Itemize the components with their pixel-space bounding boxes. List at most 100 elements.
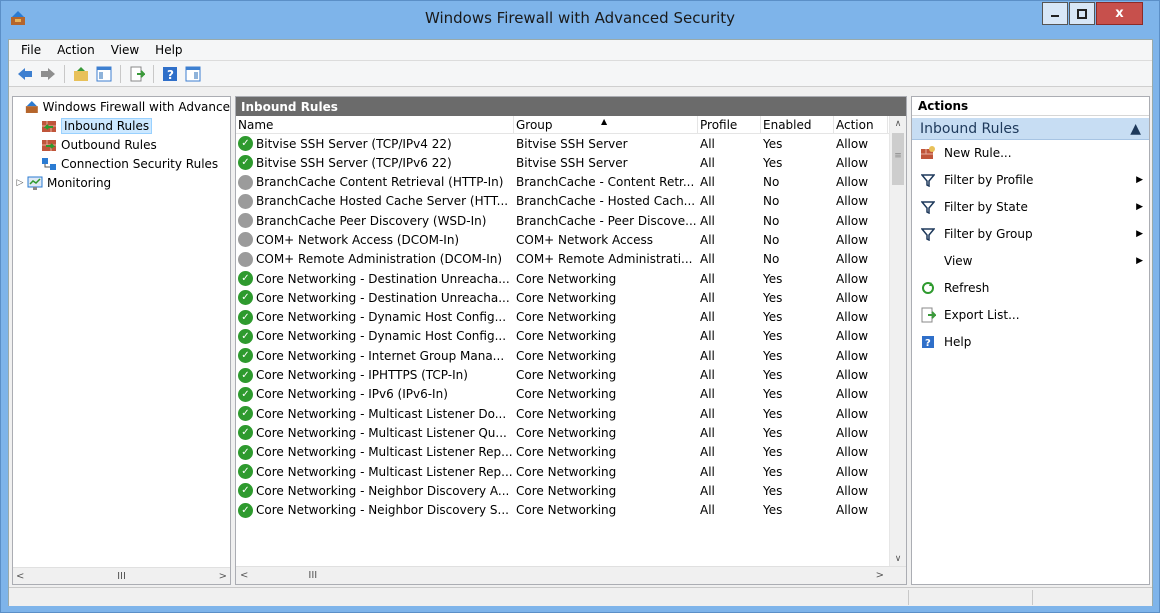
action-item-label: New Rule... [944,146,1012,161]
rule-name: Core Networking - Neighbor Discovery A..… [256,483,510,498]
show-hide-action-pane-icon[interactable] [183,64,203,84]
table-row[interactable]: ✓ Core Networking - Neighbor Discovery A.… [236,481,888,500]
rules-horizontal-scrollbar[interactable]: < III > [236,566,906,584]
rule-action: Allow [836,213,869,228]
table-row[interactable]: ✓ Core Networking - Dynamic Host Config..… [236,327,888,346]
title-bar[interactable]: Windows Firewall with Advanced Security … [1,1,1159,39]
column-header-row: Name Group ▲ Profile Enabled Action [236,116,906,134]
actions-section-inbound-rules[interactable]: Inbound Rules ▲ [912,118,1149,140]
rule-enabled-icon: ✓ [238,348,253,364]
menu-help[interactable]: Help [147,43,190,57]
table-row[interactable]: ✓ Core Networking - Multicast Listener Re… [236,443,888,462]
menu-view[interactable]: View [103,43,147,57]
rule-profile: All [700,387,715,402]
rule-action: Allow [836,310,869,325]
scroll-up-icon[interactable]: ∧ [890,116,906,133]
table-row[interactable]: ✓ Core Networking - Dynamic Host Config..… [236,308,888,327]
table-row[interactable]: COM+ Remote Administration (DCOM-In) COM+… [236,250,888,269]
table-row[interactable]: ✓ Core Networking - Multicast Listener Do… [236,404,888,423]
rule-profile: All [700,194,715,209]
rule-enabled: Yes [763,310,783,325]
scroll-grip-icon[interactable]: III [117,571,126,582]
column-header-action[interactable]: Action [834,116,888,134]
maximize-button[interactable] [1069,2,1095,25]
menu-action[interactable]: Action [49,43,103,57]
rule-profile: All [700,425,715,440]
minimize-button[interactable] [1042,2,1068,25]
scroll-right-icon[interactable]: > [876,570,884,581]
rule-profile: All [700,310,715,325]
rule-action: Allow [836,445,869,460]
action-item[interactable]: New Rule... [912,140,1149,167]
up-folder-icon[interactable] [71,64,91,84]
toolbar-separator [64,64,65,83]
rule-profile: All [700,329,715,344]
action-item[interactable]: Filter by Profile ▶ [912,167,1149,194]
tree-item-root[interactable]: Windows Firewall with Advance [13,97,230,116]
collapse-up-icon[interactable]: ▲ [1130,121,1141,137]
action-item[interactable]: View ▶ [912,248,1149,275]
firewall-icon [25,100,38,113]
rule-group: Core Networking [516,503,617,518]
export-list-icon[interactable] [127,64,147,84]
table-row[interactable]: ✓ Core Networking - Destination Unreacha.… [236,269,888,288]
inbound-rules-icon [42,120,56,132]
table-row[interactable]: ✓ Core Networking - Internet Group Mana..… [236,346,888,365]
action-item-label: Filter by Profile [944,173,1034,188]
table-row[interactable]: ✓ Bitvise SSH Server (TCP/IPv6 22) Bitvise… [236,153,888,172]
rule-enabled-icon: ✓ [238,328,253,344]
table-row[interactable]: ✓ Core Networking - Multicast Listener Qu… [236,423,888,442]
forward-arrow-icon[interactable] [38,64,58,84]
rule-disabled-icon [238,251,253,267]
help-icon[interactable]: ? [160,64,180,84]
tree-item-outbound-rules[interactable]: Outbound Rules [13,135,230,154]
rule-enabled-icon: ✓ [238,502,253,518]
menu-file[interactable]: File [13,43,49,57]
minimize-icon [1051,14,1059,17]
close-button[interactable]: x [1096,2,1143,25]
table-row[interactable]: COM+ Network Access (DCOM-In) COM+ Networ… [236,230,888,249]
table-row[interactable]: BranchCache Peer Discovery (WSD-In) Branc… [236,211,888,230]
action-item[interactable]: ? Help [912,328,1149,355]
table-row[interactable]: ✓ Core Networking - Destination Unreacha.… [236,288,888,307]
action-item[interactable]: Filter by State ▶ [912,194,1149,221]
expand-arrow-icon[interactable]: ▷ [13,178,27,188]
tree-item-connection-security-rules[interactable]: Connection Security Rules [13,154,230,173]
back-arrow-icon[interactable] [15,64,35,84]
console-tree[interactable]: Windows Firewall with Advance Inbound Ru… [12,96,231,585]
tree-item-monitoring[interactable]: ▷ Monitoring [13,173,230,192]
table-row[interactable]: ✓ Core Networking - Neighbor Discovery S.… [236,501,888,520]
scroll-right-icon[interactable]: > [219,571,227,582]
column-header-profile[interactable]: Profile [698,116,761,134]
action-item[interactable]: Filter by Group ▶ [912,221,1149,248]
filter-icon [920,172,936,188]
rule-profile: All [700,155,715,170]
column-header-enabled[interactable]: Enabled [761,116,834,134]
rule-group: Core Networking [516,368,617,383]
tree-item-inbound-rules[interactable]: Inbound Rules [13,116,230,135]
table-row[interactable]: ✓ Core Networking - IPHTTPS (TCP-In) Core … [236,366,888,385]
table-row[interactable]: ✓ Core Networking - IPv6 (IPv6-In) Core Ne… [236,385,888,404]
table-row[interactable]: BranchCache Content Retrieval (HTTP-In) B… [236,173,888,192]
scroll-grip-icon[interactable]: III [308,570,317,581]
actions-section-title: Inbound Rules [920,120,1020,137]
rule-enabled-icon: ✓ [238,425,253,441]
table-row[interactable]: ✓ Bitvise SSH Server (TCP/IPv4 22) Bitvise… [236,134,888,153]
rule-name-cell: ✓ Core Networking - Multicast Listener Re… [238,443,514,462]
rule-enabled: Yes [763,348,783,363]
rules-vertical-scrollbar[interactable]: ∧ ≡ ∨ [889,116,906,568]
action-item[interactable]: Refresh [912,274,1149,301]
column-header-name[interactable]: Name [236,116,514,134]
rule-profile: All [700,348,715,363]
rule-name: BranchCache Hosted Cache Server (HTT... [256,194,509,209]
table-row[interactable]: BranchCache Hosted Cache Server (HTT... B… [236,192,888,211]
rule-profile: All [700,271,715,286]
tree-horizontal-scrollbar[interactable]: < III > [13,567,230,584]
rule-name: COM+ Network Access (DCOM-In) [256,232,460,247]
scroll-left-icon[interactable]: < [240,570,248,581]
show-hide-console-tree-icon[interactable] [94,64,114,84]
action-item[interactable]: Export List... [912,301,1149,328]
rule-enabled-icon: ✓ [238,290,253,306]
table-row[interactable]: ✓ Core Networking - Multicast Listener Re… [236,462,888,481]
scroll-left-icon[interactable]: < [16,571,24,582]
